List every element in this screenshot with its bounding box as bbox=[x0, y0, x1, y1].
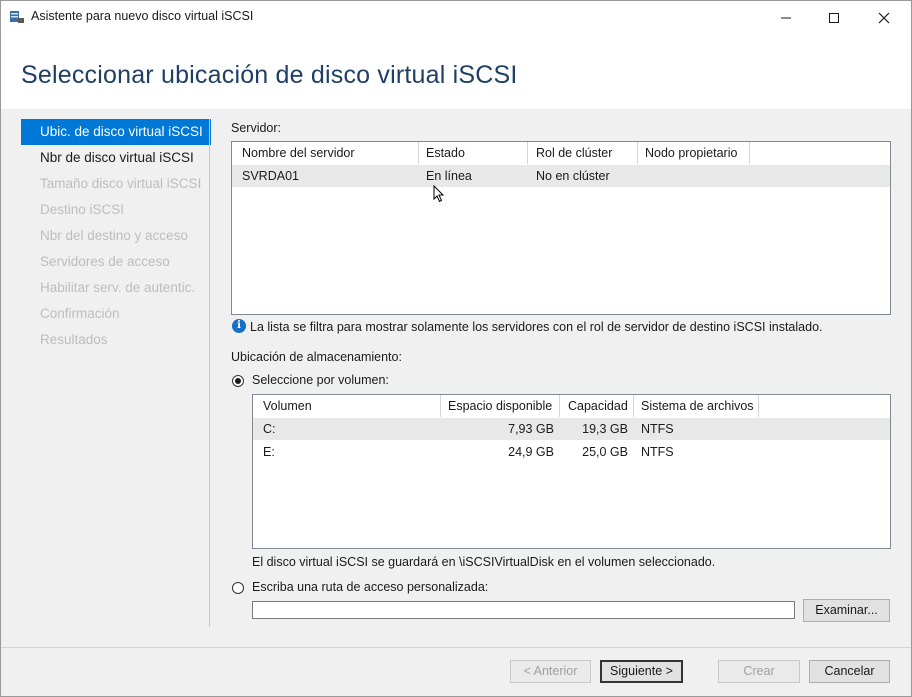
server-status-cell: En línea bbox=[426, 169, 472, 183]
server-label: Servidor: bbox=[231, 121, 282, 135]
server-list-header: Nombre del servidor Estado Rol de clúste… bbox=[232, 142, 890, 164]
table-row[interactable]: C: 7,93 GB 19,3 GB NTFS bbox=[253, 418, 890, 440]
maximize-button[interactable] bbox=[811, 1, 857, 33]
nav-item-confirmation: Confirmación bbox=[40, 306, 120, 321]
column-header-capacity[interactable]: Capacidad bbox=[562, 395, 634, 417]
mouse-cursor-icon bbox=[433, 185, 445, 203]
free-space-cell: 7,93 GB bbox=[508, 422, 554, 436]
table-row[interactable]: SVRDA01 En línea No en clúster bbox=[232, 165, 890, 187]
create-button[interactable]: Crear bbox=[718, 660, 800, 683]
close-icon bbox=[878, 12, 890, 24]
storage-location-label: Ubicación de almacenamiento: bbox=[231, 350, 402, 364]
custom-path-label[interactable]: Escriba una ruta de acceso personalizada… bbox=[252, 580, 488, 594]
nav-item-target-name: Nbr del destino y acceso bbox=[40, 228, 188, 243]
nav-item-name[interactable]: Nbr de disco virtual iSCSI bbox=[21, 145, 211, 171]
custom-path-radio[interactable] bbox=[232, 582, 244, 594]
volume-list-header: Volumen Espacio disponible Capacidad Sis… bbox=[253, 395, 890, 417]
maximize-icon bbox=[829, 13, 839, 24]
column-header-server-name[interactable]: Nombre del servidor bbox=[236, 142, 419, 164]
save-location-note: El disco virtual iSCSI se guardará en \i… bbox=[252, 555, 716, 569]
volume-cell: E: bbox=[263, 445, 275, 459]
nav-item-target: Destino iSCSI bbox=[40, 202, 125, 217]
nav-item-size: Tamaño disco virtual iSCSI bbox=[40, 176, 202, 191]
file-system-cell: NTFS bbox=[641, 422, 674, 436]
select-by-volume-label[interactable]: Seleccione por volumen: bbox=[252, 373, 389, 387]
footer-separator bbox=[1, 647, 911, 648]
server-cluster-role-cell: No en clúster bbox=[536, 169, 610, 183]
next-button[interactable]: Siguiente > bbox=[600, 660, 683, 683]
column-header-owner-node[interactable]: Nodo propietario bbox=[639, 142, 750, 164]
wizard-window: Asistente para nuevo disco virtual iSCSI… bbox=[0, 0, 912, 697]
volume-cell: C: bbox=[263, 422, 276, 436]
info-icon: i bbox=[232, 319, 246, 333]
nav-item-authentication: Habilitar serv. de autentic. bbox=[40, 280, 196, 295]
server-filter-info: La lista se filtra para mostrar solament… bbox=[250, 320, 823, 334]
cancel-button[interactable]: Cancelar bbox=[809, 660, 890, 683]
column-header-free-space[interactable]: Espacio disponible bbox=[442, 395, 560, 417]
table-row[interactable]: E: 24,9 GB 25,0 GB NTFS bbox=[253, 441, 890, 463]
server-list[interactable]: Nombre del servidor Estado Rol de clúste… bbox=[231, 141, 891, 315]
title-bar: Asistente para nuevo disco virtual iSCSI bbox=[1, 1, 911, 33]
browse-button[interactable]: Examinar... bbox=[803, 599, 890, 622]
file-system-cell: NTFS bbox=[641, 445, 674, 459]
free-space-cell: 24,9 GB bbox=[508, 445, 554, 459]
server-name-cell: SVRDA01 bbox=[242, 169, 299, 183]
page-title: Seleccionar ubicación de disco virtual i… bbox=[21, 61, 518, 89]
nav-item-results: Resultados bbox=[40, 332, 108, 347]
column-header-cluster-role[interactable]: Rol de clúster bbox=[530, 142, 638, 164]
close-button[interactable] bbox=[861, 1, 907, 33]
select-by-volume-radio[interactable] bbox=[232, 375, 244, 387]
volume-list[interactable]: Volumen Espacio disponible Capacidad Sis… bbox=[252, 394, 891, 549]
capacity-cell: 25,0 GB bbox=[582, 445, 628, 459]
custom-path-input[interactable] bbox=[252, 601, 795, 619]
previous-button[interactable]: < Anterior bbox=[510, 660, 591, 683]
nav-item-access-servers: Servidores de acceso bbox=[40, 254, 170, 269]
nav-divider bbox=[209, 119, 210, 627]
column-header-volume[interactable]: Volumen bbox=[257, 395, 441, 417]
page-header: Seleccionar ubicación de disco virtual i… bbox=[1, 33, 911, 109]
server-manager-icon bbox=[10, 11, 24, 23]
window-title: Asistente para nuevo disco virtual iSCSI bbox=[31, 9, 254, 23]
nav-item-location[interactable]: Ubic. de disco virtual iSCSI bbox=[21, 119, 211, 145]
column-header-status[interactable]: Estado bbox=[420, 142, 528, 164]
minimize-icon bbox=[781, 17, 791, 19]
minimize-button[interactable] bbox=[763, 1, 809, 33]
wizard-nav: Ubic. de disco virtual iSCSI Nbr de disc… bbox=[21, 119, 211, 353]
capacity-cell: 19,3 GB bbox=[582, 422, 628, 436]
column-header-file-system[interactable]: Sistema de archivos bbox=[635, 395, 759, 417]
